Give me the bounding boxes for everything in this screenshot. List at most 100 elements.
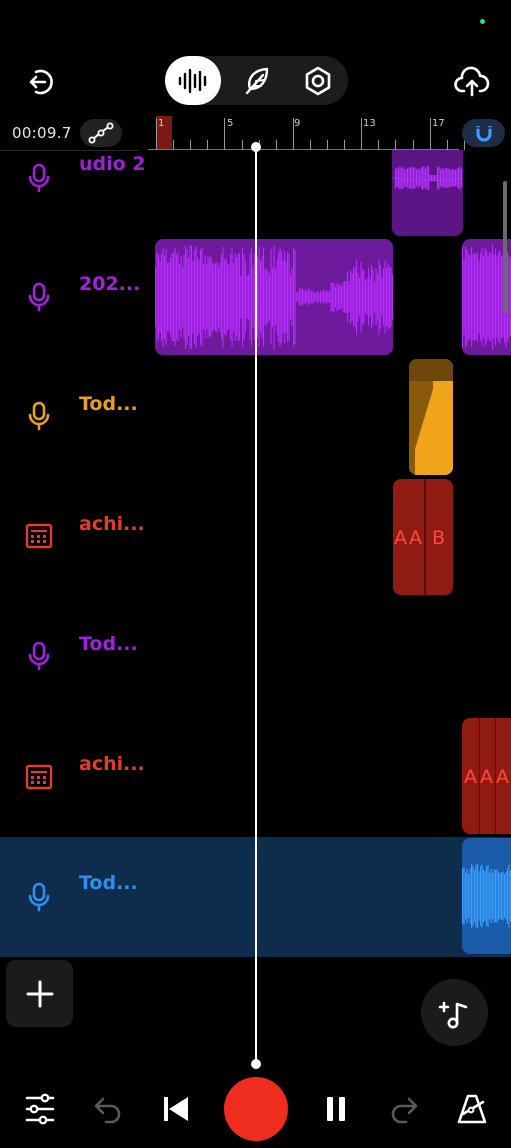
track-name[interactable]: achi... (79, 513, 154, 535)
waveform-bar (291, 268, 293, 326)
audio-clip[interactable] (409, 359, 453, 475)
drum-pattern-clip[interactable]: A A A (462, 718, 511, 834)
waveform-bar (456, 169, 458, 187)
record-button[interactable] (224, 1077, 288, 1141)
playhead-handle-top[interactable] (251, 142, 261, 152)
waveform-bar (339, 284, 341, 310)
effects-mode-button[interactable] (236, 56, 276, 105)
waveform-bar (495, 869, 497, 923)
waveform-bar (386, 267, 388, 327)
waveform-bar (411, 166, 413, 190)
track-name[interactable]: udio 2 (79, 153, 154, 175)
waveform-bar (290, 274, 292, 320)
feather-icon (245, 67, 269, 94)
audio-clip[interactable] (155, 239, 393, 355)
pattern-label: A (464, 766, 477, 788)
waveform-bar (426, 166, 428, 190)
waveform-bar (177, 251, 179, 343)
waveform-bar (287, 252, 289, 342)
waveform-bar (380, 265, 382, 329)
waveform-bar (260, 261, 262, 333)
metronome-button[interactable] (452, 1089, 492, 1129)
waveform-bar (463, 259, 465, 335)
track-name[interactable]: 202... (79, 273, 154, 295)
waveform-bar (198, 259, 200, 335)
undo-button[interactable] (88, 1089, 128, 1129)
audio-clip[interactable] (462, 838, 511, 954)
waveform-bar (210, 256, 212, 338)
waveform-bar (200, 249, 202, 345)
waveform-bar (213, 264, 215, 330)
waveform-bar (306, 291, 308, 303)
add-track-button[interactable] (6, 960, 73, 1027)
redo-button[interactable] (384, 1089, 424, 1129)
waveform-bar (228, 264, 230, 330)
waveform-bar (354, 266, 356, 328)
waveform-bar (242, 247, 244, 347)
track-type-icon (22, 880, 56, 914)
microphone-icon (28, 163, 50, 193)
waveform-bar (462, 246, 464, 348)
mixer-button[interactable] (20, 1089, 60, 1129)
waveform-bar (449, 169, 451, 187)
pattern-label: B (432, 527, 446, 549)
waveform-bar (466, 248, 468, 346)
pause-button[interactable] (316, 1089, 356, 1129)
waveform-bar (504, 873, 506, 919)
waveform-bar (351, 273, 353, 321)
waveform-bar (474, 253, 476, 341)
waveform-bar (368, 267, 370, 327)
waveform-bar (492, 872, 494, 920)
waveform-bar (330, 282, 332, 312)
waveform-bar (471, 247, 473, 347)
waveform-bar (296, 292, 298, 302)
add-instrument-button[interactable] (421, 979, 488, 1046)
waveform-bar (257, 256, 259, 338)
pattern-label: A (480, 766, 493, 788)
waveform-bar (336, 282, 338, 312)
waveform-mode-button[interactable] (165, 56, 221, 105)
waveform-bar (362, 268, 364, 326)
waveform-bar (225, 257, 227, 337)
hexagon-gear-icon (305, 66, 331, 95)
exit-arrow-icon (29, 69, 53, 95)
waveform-bar (420, 167, 422, 189)
waveform-bar (281, 250, 283, 344)
waveform-bar (302, 288, 304, 306)
waveform-bar (413, 167, 415, 189)
waveform-bar (452, 169, 454, 187)
track-name[interactable]: achi... (79, 753, 154, 775)
waveform-bar (496, 869, 498, 923)
waveform-bar (489, 252, 491, 342)
waveform-bar (323, 289, 325, 305)
waveform-bar (375, 268, 377, 326)
waveform-bar (496, 255, 498, 339)
waveform-bar (300, 288, 302, 306)
track-name[interactable]: Tod... (79, 872, 154, 894)
waveform-bar (498, 871, 500, 921)
waveform-bar (357, 272, 359, 322)
waveform-bar (261, 255, 263, 339)
waveform-bar (338, 284, 340, 310)
playhead-line[interactable] (255, 147, 257, 1065)
waveform-bar (484, 247, 486, 347)
track-name[interactable]: Tod... (79, 393, 154, 415)
waveform-bar (425, 168, 427, 188)
waveform-bar (263, 247, 265, 347)
waveform-bar (508, 864, 510, 928)
settings-mode-button[interactable] (298, 56, 338, 105)
waveform-bar (422, 166, 424, 190)
waveform-bar (201, 247, 203, 347)
waveform-bar (365, 280, 367, 314)
back-button[interactable] (20, 62, 60, 102)
waveform-bar (252, 265, 254, 329)
rewind-to-start-button[interactable] (155, 1089, 195, 1129)
vertical-scrollbar[interactable] (503, 181, 507, 314)
waveform-bar (204, 255, 206, 339)
audio-clip[interactable] (392, 150, 463, 236)
playhead-handle-bottom[interactable] (251, 1059, 261, 1069)
waveform-bar (408, 167, 410, 189)
track-name[interactable]: Tod... (79, 633, 154, 655)
drum-pattern-clip[interactable]: A A B (393, 479, 453, 595)
cloud-upload-button[interactable] (451, 62, 493, 102)
